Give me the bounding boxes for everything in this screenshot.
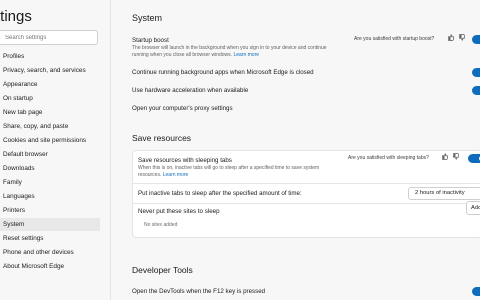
sidebar-item-default-browser[interactable]: Default browser <box>0 148 100 161</box>
never-sleep-title: Never put these sites to sleep <box>138 208 220 215</box>
inactive-sleep-value: 2 hours of inactivity <box>415 190 465 196</box>
sleeping-tabs-description: When this is on, inactive tabs will go t… <box>138 165 320 178</box>
startup-boost-description: The browser will launch in the backgroun… <box>132 45 327 58</box>
developer-tools-heading: Developer Tools <box>132 265 193 275</box>
system-heading: System <box>132 13 163 23</box>
sleeping-tabs-toggle[interactable] <box>468 154 480 163</box>
hardware-acceleration-toggle[interactable] <box>472 86 480 95</box>
sidebar-item-languages[interactable]: Languages <box>0 190 100 203</box>
add-site-button[interactable]: Add <box>466 201 480 215</box>
sidebar-item-new-tab-page[interactable]: New tab page <box>0 106 100 119</box>
search-settings-input[interactable] <box>0 30 98 45</box>
sidebar-item-printers[interactable]: Printers <box>0 204 100 217</box>
sidebar-item-privacy[interactable]: Privacy, search, and services <box>0 64 100 77</box>
hardware-acceleration-title: Use hardware acceleration when available <box>132 87 249 94</box>
sidebar-item-about[interactable]: About Microsoft Edge <box>0 260 100 273</box>
startup-boost-feedback-question: Are you satisfied with startup boost? <box>354 36 435 42</box>
settings-main: System Startup boost The browser will la… <box>111 0 480 300</box>
sidebar-item-family[interactable]: Family <box>0 176 100 189</box>
f12-devtools-toggle[interactable] <box>472 287 480 296</box>
background-apps-toggle[interactable] <box>472 68 480 77</box>
sidebar-item-profiles[interactable]: Profiles <box>0 50 100 63</box>
divider <box>132 183 480 184</box>
f12-devtools-title: Open the DevTools when the F12 key is pr… <box>132 288 266 295</box>
sidebar-item-on-startup[interactable]: On startup <box>0 92 100 105</box>
sleeping-tabs-learn-more-link[interactable]: Learn more <box>163 172 189 178</box>
no-sites-text: No sites added <box>144 222 178 228</box>
sidebar-item-cookies[interactable]: Cookies and site permissions <box>0 134 100 147</box>
sidebar-item-phone-devices[interactable]: Phone and other devices <box>0 246 100 259</box>
sleeping-tabs-feedback-question: Are you satisfied with sleeping tabs? <box>348 155 429 161</box>
divider <box>132 203 480 204</box>
save-resources-heading: Save resources <box>132 133 192 143</box>
sidebar: ttings Profiles Privacy, search, and ser… <box>0 0 111 300</box>
sidebar-item-share-copy-paste[interactable]: Share, copy, and paste <box>0 120 100 133</box>
thumbs-down-icon[interactable] <box>452 153 459 160</box>
background-apps-title: Continue running background apps when Mi… <box>132 69 314 76</box>
inactive-sleep-dropdown[interactable]: 2 hours of inactivity ⌄ <box>408 187 480 200</box>
sidebar-item-reset-settings[interactable]: Reset settings <box>0 232 100 245</box>
sidebar-item-appearance[interactable]: Appearance <box>0 78 100 91</box>
inactive-sleep-title: Put inactive tabs to sleep after the spe… <box>138 190 302 197</box>
startup-boost-toggle[interactable] <box>472 35 480 44</box>
startup-boost-learn-more-link[interactable]: Learn more <box>233 52 259 58</box>
settings-title: ttings <box>0 8 32 25</box>
thumbs-down-icon[interactable] <box>458 34 465 41</box>
sidebar-item-downloads[interactable]: Downloads <box>0 162 100 175</box>
thumbs-up-icon[interactable] <box>447 34 454 41</box>
sleeping-tabs-title: Save resources with sleeping tabs <box>138 157 232 164</box>
thumbs-up-icon[interactable] <box>441 153 448 160</box>
proxy-settings-link[interactable]: Open your computer's proxy settings <box>132 105 233 112</box>
startup-boost-title: Startup boost <box>132 37 169 44</box>
sidebar-item-system[interactable]: System <box>0 218 100 231</box>
